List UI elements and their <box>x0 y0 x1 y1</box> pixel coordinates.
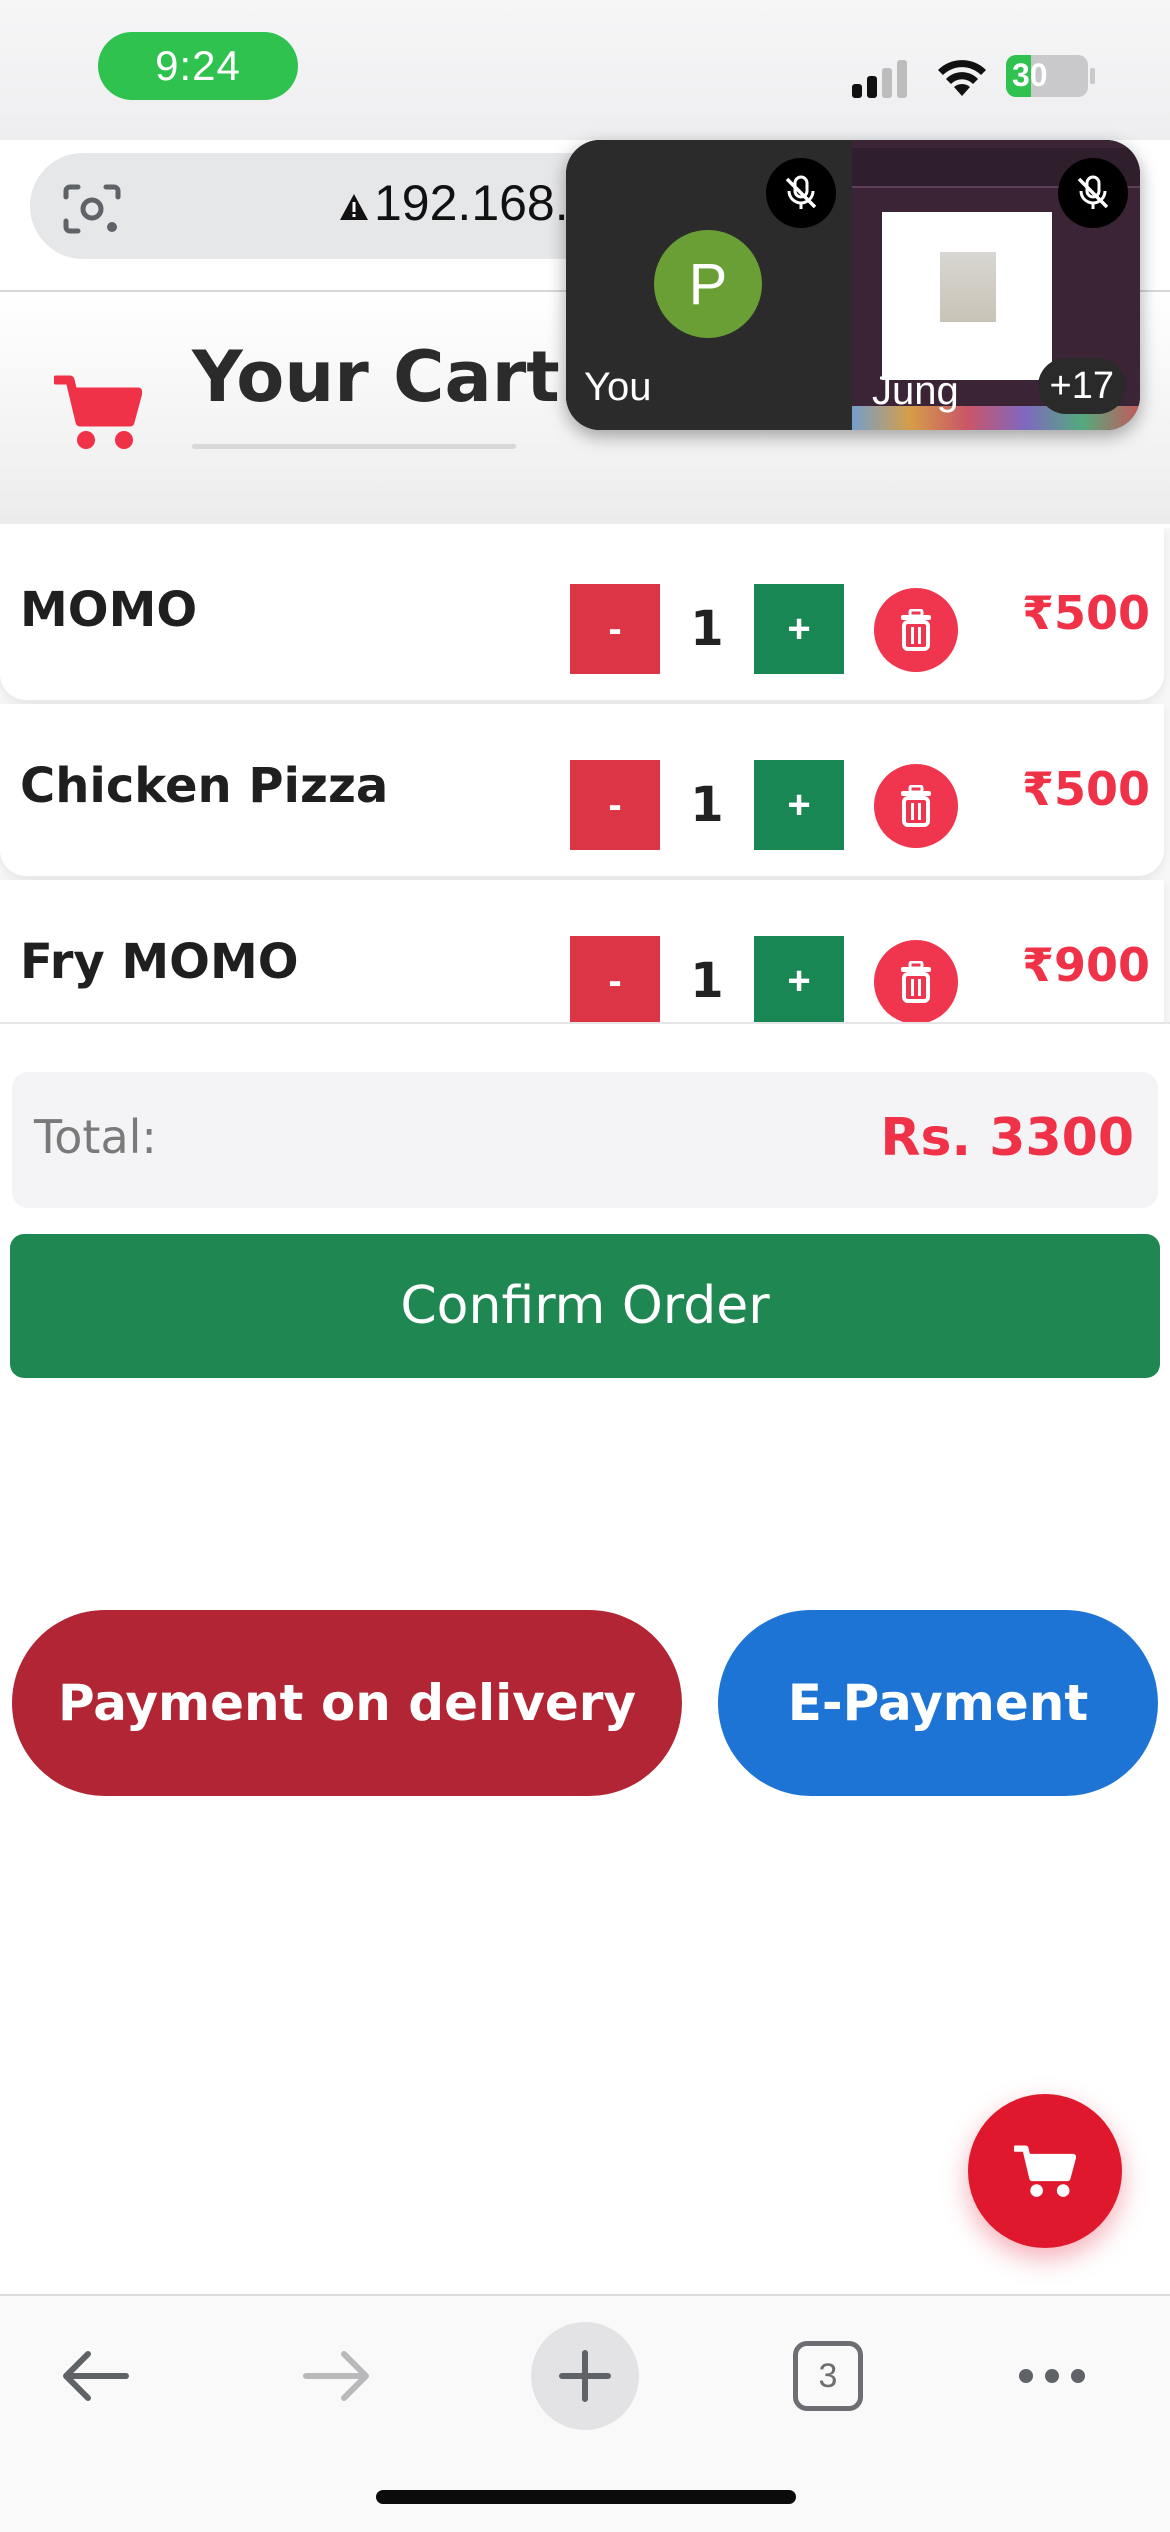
trash-icon <box>901 785 931 827</box>
cellular-signal-icon <box>852 58 912 98</box>
more-icon <box>1019 2369 1085 2383</box>
confirm-order-button[interactable]: Confirm Order <box>10 1234 1160 1378</box>
decrease-qty-button[interactable]: - <box>570 760 660 850</box>
avatar: P <box>654 230 762 338</box>
cart-item: Fry MOMO - 1 + ₹900 <box>0 880 1164 1022</box>
home-indicator <box>376 2490 796 2504</box>
shared-photo <box>940 252 996 322</box>
forward-button[interactable] <box>278 2316 398 2436</box>
self-label: You <box>584 365 652 409</box>
item-quantity: 1 <box>690 777 724 833</box>
cart-icon <box>1014 2145 1076 2197</box>
shared-screen-page <box>882 212 1052 380</box>
self-video-tile[interactable]: P You <box>566 140 852 430</box>
decrease-qty-button[interactable]: - <box>570 936 660 1022</box>
item-quantity: 1 <box>690 601 724 657</box>
remove-item-button[interactable] <box>874 764 958 848</box>
forward-arrow-icon <box>303 2351 369 2401</box>
mic-off-icon <box>766 158 836 228</box>
remove-item-button[interactable] <box>874 588 958 672</box>
url-text[interactable]: 192.168. <box>338 174 569 232</box>
new-tab-button[interactable] <box>525 2316 645 2436</box>
trash-icon <box>901 961 931 1003</box>
more-menu-button[interactable] <box>992 2316 1112 2436</box>
plus-icon <box>559 2350 611 2402</box>
item-price: ₹500 <box>1021 762 1150 816</box>
item-quantity: 1 <box>690 953 724 1009</box>
screen-share-tile[interactable]: Jung +17 <box>852 140 1140 430</box>
item-name: MOMO <box>20 582 198 638</box>
camera-lens-icon[interactable] <box>62 183 122 235</box>
warning-icon <box>340 193 368 220</box>
cart-list[interactable]: MOMO - 1 + ₹500 Chicken Pizza - 1 + ₹500… <box>0 528 1170 1022</box>
back-arrow-icon <box>63 2351 129 2401</box>
status-time: 9:24 <box>98 32 298 100</box>
increase-qty-button[interactable]: + <box>754 936 844 1022</box>
increase-qty-button[interactable]: + <box>754 760 844 850</box>
item-price: ₹500 <box>1021 586 1150 640</box>
floating-cart-button[interactable] <box>968 2094 1122 2248</box>
back-button[interactable] <box>34 2316 154 2436</box>
url-value: 192.168. <box>374 175 569 231</box>
remove-item-button[interactable] <box>874 940 958 1022</box>
increase-qty-button[interactable]: + <box>754 584 844 674</box>
mic-off-icon <box>1058 158 1128 228</box>
cart-item: MOMO - 1 + ₹500 <box>0 528 1164 700</box>
page-title: Your Cart <box>192 336 560 418</box>
payment-on-delivery-button[interactable]: Payment on delivery <box>12 1610 682 1796</box>
wifi-icon <box>938 60 986 96</box>
trash-icon <box>901 609 931 651</box>
cart-item: Chicken Pizza - 1 + ₹500 <box>0 704 1164 876</box>
video-call-overlay[interactable]: P You Jung +17 <box>566 140 1140 430</box>
e-payment-button[interactable]: E-Payment <box>718 1610 1158 1796</box>
battery-icon: 30 <box>1006 55 1088 97</box>
cart-icon <box>54 375 142 449</box>
item-name: Chicken Pizza <box>20 758 389 814</box>
item-name: Fry MOMO <box>20 934 299 990</box>
total-label: Total: <box>34 1110 157 1164</box>
tabs-icon: 3 <box>793 2341 863 2411</box>
new-tab-circle <box>531 2322 639 2430</box>
item-price: ₹900 <box>1021 938 1150 992</box>
total-value: Rs. 3300 <box>880 1108 1134 1168</box>
battery-percent: 30 <box>1012 57 1048 93</box>
decrease-qty-button[interactable]: - <box>570 584 660 674</box>
battery-cap <box>1090 68 1095 84</box>
tab-switcher-button[interactable]: 3 <box>768 2316 888 2436</box>
presenter-label: Jung <box>872 369 959 413</box>
title-underline <box>192 444 516 449</box>
more-participants-badge[interactable]: +17 <box>1037 358 1126 414</box>
